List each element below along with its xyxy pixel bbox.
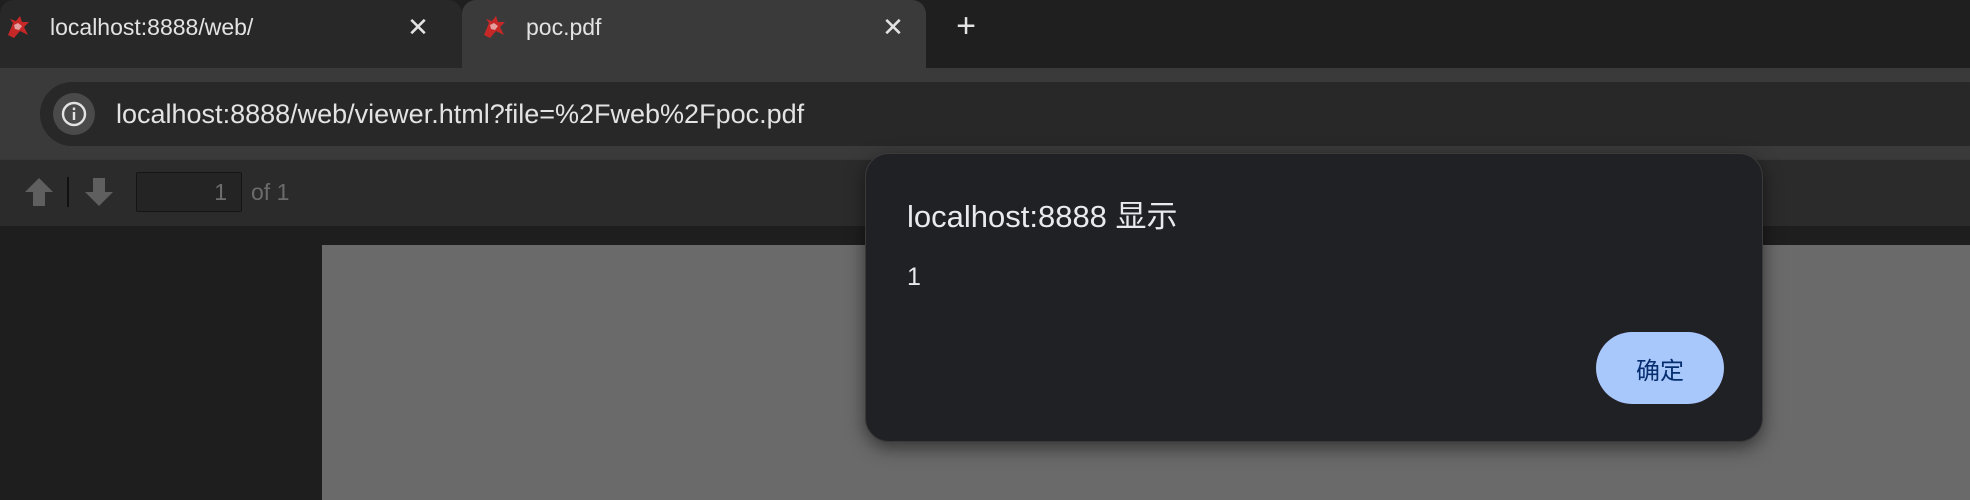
ok-button[interactable]: 确定: [1596, 332, 1724, 404]
page-number-input[interactable]: 1: [136, 172, 242, 212]
tab-strip: localhost:8888/web/ ✕ poc.pdf ✕ +: [0, 0, 1970, 68]
url-text: localhost:8888/web/viewer.html?file=%2Fw…: [116, 99, 805, 129]
previous-page-icon[interactable]: [22, 174, 56, 210]
site-info-icon[interactable]: [53, 93, 95, 135]
page-count-label: of 1: [251, 179, 290, 205]
close-tab-icon[interactable]: ✕: [877, 10, 909, 44]
pdfjs-logo-icon: [8, 16, 29, 38]
pdfjs-logo-icon: [484, 16, 505, 38]
tab-title: localhost:8888/web/: [50, 14, 254, 40]
dialog-title: localhost:8888 显示: [907, 199, 1178, 234]
new-tab-button[interactable]: +: [949, 9, 983, 45]
alert-dialog: localhost:8888 显示 1 确定: [865, 153, 1763, 442]
menu-icon[interactable]: ⋮: [0, 100, 6, 128]
close-tab-icon[interactable]: ✕: [402, 10, 434, 44]
tab-poc-pdf[interactable]: poc.pdf ✕: [462, 0, 926, 68]
next-page-icon[interactable]: [82, 174, 116, 210]
toolbar-separator: [67, 177, 69, 207]
tab-localhost-web[interactable]: localhost:8888/web/ ✕: [0, 0, 462, 68]
browser-toolbar: ⋮ localhost:8888/web/viewer.html?file=%2…: [0, 68, 1970, 160]
address-bar[interactable]: localhost:8888/web/viewer.html?file=%2Fw…: [40, 82, 1970, 146]
tab-title: poc.pdf: [526, 14, 602, 40]
info-icon: [61, 101, 87, 127]
dialog-message: 1: [907, 263, 921, 291]
